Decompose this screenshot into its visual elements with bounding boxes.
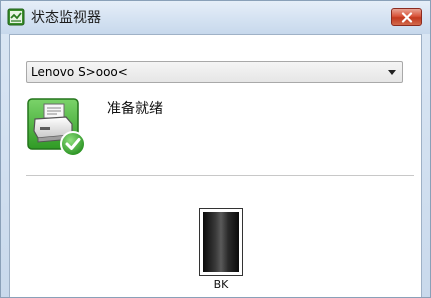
close-button[interactable] — [391, 8, 422, 26]
close-icon — [401, 12, 413, 23]
printer-ready-icon — [27, 98, 86, 157]
toner-label: BK — [213, 278, 229, 291]
status-monitor-app-icon — [7, 8, 25, 26]
printer-select[interactable]: Lenovo S>ooo< — [26, 61, 403, 83]
client-area: Lenovo S>ooo< 准备就绪 BK — [9, 34, 422, 297]
chevron-down-icon[interactable] — [388, 70, 396, 75]
divider — [26, 175, 414, 176]
window-title: 状态监视器 — [31, 10, 101, 26]
toner-level-gauge — [199, 208, 243, 276]
title-bar[interactable]: 状态监视器 — [1, 1, 430, 34]
toner-level-fill — [203, 212, 239, 272]
printer-select-value: Lenovo S>ooo< — [31, 65, 128, 79]
status-message: 准备就绪 — [107, 101, 163, 117]
status-monitor-window: 状态监视器 Lenovo S>ooo< 准备就绪 BK — [0, 0, 431, 298]
